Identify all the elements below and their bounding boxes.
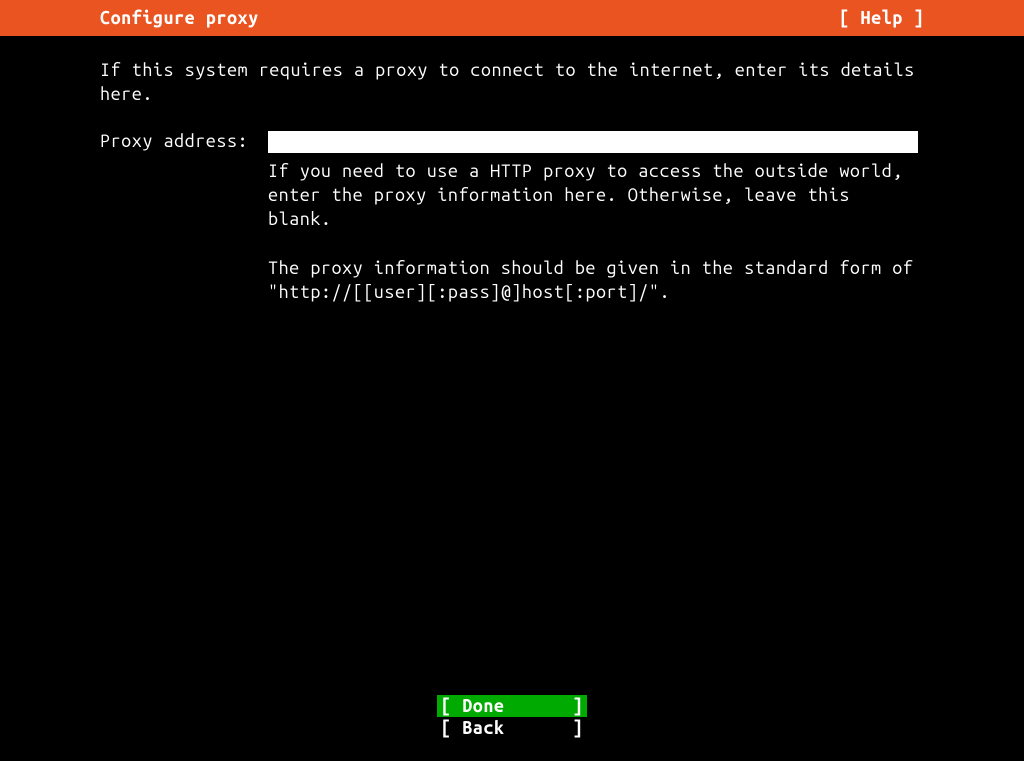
footer-buttons: [ Done ] [ Back ] xyxy=(0,695,1024,739)
done-button-label: Done xyxy=(462,696,504,716)
help-button[interactable]: [ Help ] xyxy=(839,8,924,28)
proxy-address-label: Proxy address: xyxy=(100,131,268,151)
proxy-field-row: Proxy address: If you need to use a HTTP… xyxy=(100,131,924,305)
intro-text: If this system requires a proxy to conne… xyxy=(100,58,924,107)
proxy-address-input[interactable] xyxy=(268,131,918,153)
done-button[interactable]: [ Done ] xyxy=(437,695,587,717)
proxy-help-text: If you need to use a HTTP proxy to acces… xyxy=(268,159,918,305)
page-title: Configure proxy xyxy=(100,8,259,28)
proxy-field-body: If you need to use a HTTP proxy to acces… xyxy=(268,131,924,305)
header-bar: Configure proxy [ Help ] xyxy=(0,0,1024,36)
main-content: If this system requires a proxy to conne… xyxy=(0,36,1024,304)
back-button[interactable]: [ Back ] xyxy=(437,717,587,739)
back-button-label: Back xyxy=(462,718,504,738)
